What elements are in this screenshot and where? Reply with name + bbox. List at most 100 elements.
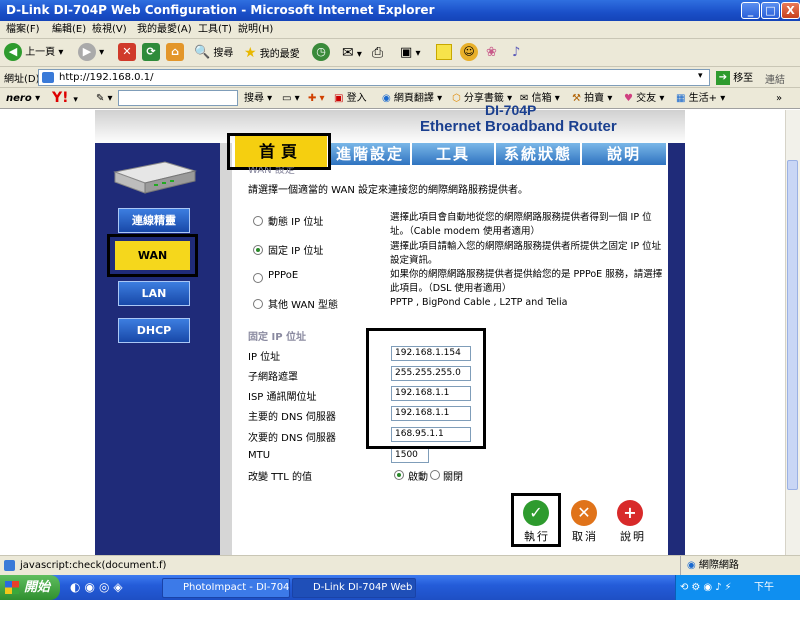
favorites-button[interactable]: ★ 我的最愛 (244, 43, 300, 63)
yahoo-search-button[interactable]: 搜尋 ▾ (244, 90, 272, 107)
yahoo-cross-icon[interactable]: ✚ ▾ (308, 90, 325, 107)
menu-bar: 檔案(F) 編輯(E) 檢視(V) 我的最愛(A) 工具(T) 說明(H) (0, 21, 800, 39)
auction-button[interactable]: ⚒ 拍賣 ▾ (572, 90, 612, 107)
cancel-icon: ✕ (571, 500, 597, 526)
home-icon[interactable]: ⌂ (166, 43, 184, 63)
research-icon[interactable]: ❀ (486, 43, 497, 63)
address-input[interactable]: http://192.168.0.1/ (38, 69, 710, 86)
zone-indicator: ◉ 網際網路 (680, 556, 800, 576)
radio-ttl-off[interactable] (430, 470, 440, 480)
yahoo-window-icon[interactable]: ▭ ▾ (282, 90, 300, 107)
yahoo-toolbar: nero ▾ Y! ▾ ✎ ▾ 搜尋 ▾ ▭ ▾ ✚ ▾ ▣ 登入 ◉ 網頁翻譯… (0, 88, 800, 109)
tab-status[interactable]: 系統狀態 (496, 143, 580, 165)
gateway-label: ISP 通訊閘位址 (248, 392, 317, 403)
forward-arrow-icon: ▶ (78, 43, 96, 61)
gavel-icon: ⚒ (572, 93, 581, 104)
fields-highlight (366, 328, 486, 449)
edit-icon[interactable]: ▣ ▾ (400, 43, 421, 63)
login-button[interactable]: ▣ 登入 (334, 90, 367, 107)
apply-button[interactable] (511, 493, 561, 547)
nero-logo[interactable]: nero ▾ (6, 90, 40, 107)
friends-button[interactable]: ♥ 交友 ▾ (624, 90, 664, 107)
menu-help[interactable]: 說明(H) (238, 21, 273, 39)
toolbar-more-icon[interactable]: » (776, 90, 782, 107)
page-status-icon (4, 560, 15, 571)
menu-tools[interactable]: 工具(T) (198, 21, 232, 39)
translate-button[interactable]: ◉ 網頁翻譯 ▾ (382, 90, 442, 107)
media-icon[interactable]: ♪ (512, 43, 520, 63)
help-button[interactable]: 說明 (620, 528, 646, 544)
radio-static-ip[interactable] (253, 245, 263, 255)
internet-zone-icon: ◉ (687, 560, 696, 571)
login-icon: ▣ (334, 93, 344, 104)
toolbar: ◀ 上一頁 ▾ ▶ ▾ ✕ ⟳ ⌂ 🔍 搜尋 ★ 我的最愛 ◷ ✉ ▾ ⎙ ▣ … (0, 39, 800, 67)
status-text: javascript:check(document.f) (20, 560, 167, 571)
radio-dynamic-ip[interactable] (253, 216, 263, 226)
mtu-field[interactable]: 1500 (391, 448, 429, 463)
option-other-wan-desc: PPTP , BigPond Cable , L2TP and Telia (390, 297, 568, 308)
yahoo-logo[interactable]: Y! ▾ (52, 90, 78, 107)
tab-help[interactable]: 說明 (582, 143, 666, 165)
cancel-button[interactable]: 取消 (572, 528, 598, 544)
mail-icon[interactable]: ✉ ▾ (342, 43, 362, 63)
refresh-icon[interactable]: ⟳ (142, 43, 160, 63)
window-title-bar: D-Link DI-704P Web Configuration - Micro… (0, 0, 800, 21)
ttl-label: 改變 TTL 的值 (248, 472, 312, 483)
close-button[interactable]: X (781, 2, 800, 19)
maximize-button[interactable]: □ (761, 2, 780, 19)
print-icon[interactable]: ⎙ (372, 43, 383, 63)
menu-favorites[interactable]: 我的最愛(A) (137, 21, 192, 39)
yahoo-search-input[interactable] (118, 90, 238, 106)
menu-edit[interactable]: 編輯(E) (52, 21, 86, 39)
radio-ttl-on[interactable] (394, 470, 404, 480)
life-button[interactable]: ▦ 生活+ ▾ (676, 90, 725, 107)
sidebar-item-wizard[interactable]: 連線精靈 (118, 208, 190, 233)
life-icon: ▦ (676, 93, 686, 104)
taskbar-task-ie[interactable]: D-Link DI-704P Web ... (292, 578, 416, 598)
system-tray: ⟲⚙◉♪⚡ 下午 09:12 (675, 575, 800, 618)
tray-icons[interactable]: ⟲⚙◉♪⚡ (676, 582, 734, 593)
address-dropdown-icon[interactable]: ▾ (698, 71, 703, 81)
start-button[interactable]: 開始 (0, 575, 60, 600)
tab-advanced[interactable]: 進階設定 (330, 143, 410, 165)
forward-button[interactable]: ▶ ▾ (78, 43, 104, 63)
back-button[interactable]: ◀ 上一頁 ▾ (4, 43, 63, 63)
messenger-icon[interactable]: ☺ (460, 43, 478, 63)
note-icon[interactable] (436, 43, 452, 63)
subnet-mask-label: 子網路遮罩 (248, 372, 298, 383)
history-icon[interactable]: ◷ (312, 43, 330, 63)
windows-logo-icon (5, 581, 19, 594)
go-arrow-icon: ➔ (716, 71, 730, 85)
radio-pppoe[interactable] (253, 273, 263, 283)
ttl-on-label: 啟動 (408, 472, 428, 483)
stop-icon[interactable]: ✕ (118, 43, 136, 63)
sidebar-wan-highlight (107, 234, 198, 277)
panel-right-border (668, 143, 685, 555)
menu-view[interactable]: 檢視(V) (92, 21, 127, 39)
go-button[interactable]: ➔ 移至 (716, 69, 753, 85)
primary-dns-label: 主要的 DNS 伺服器 (248, 412, 336, 423)
sidebar-item-dhcp[interactable]: DHCP (118, 318, 190, 343)
search-button[interactable]: 🔍 搜尋 (194, 43, 233, 63)
option-static-ip-desc: 選擇此項目請輸入您的網際網路服務提供者所提供之固定 IP 位址設定資訊。 (390, 241, 662, 266)
option-pppoe-desc: 如果你的網際網路服務提供者提供給您的是 PPPoE 服務，請選擇此項目。（DSL… (390, 269, 663, 294)
option-other-wan-label: 其他 WAN 型態 (268, 300, 339, 311)
ttl-off-label: 關閉 (443, 472, 463, 483)
tab-tools[interactable]: 工具 (412, 143, 494, 165)
menu-file[interactable]: 檔案(F) (6, 21, 40, 39)
radio-other-wan[interactable] (253, 299, 263, 309)
links-label[interactable]: 連結 (765, 71, 785, 86)
taskbar-task-photoimpact[interactable]: PhotoImpact - DI-704... (162, 578, 290, 598)
pencil-icon[interactable]: ✎ ▾ (96, 90, 113, 107)
quick-launch-icons[interactable]: ◐◉◎◈ (70, 580, 127, 594)
status-bar: javascript:check(document.f) ◉ 網際網路 (0, 555, 800, 576)
scrollbar-thumb[interactable] (787, 160, 798, 490)
static-ip-heading: 固定 IP 位址 (248, 332, 307, 343)
sidebar-item-lan[interactable]: LAN (118, 281, 190, 306)
back-arrow-icon: ◀ (4, 43, 22, 61)
ip-address-label: IP 位址 (248, 352, 281, 363)
help-plus-icon: + (617, 500, 643, 526)
minimize-button[interactable]: _ (741, 2, 760, 19)
heart-icon: ♥ (624, 93, 633, 104)
router-brand: Ethernet Broadband Router (420, 118, 617, 135)
